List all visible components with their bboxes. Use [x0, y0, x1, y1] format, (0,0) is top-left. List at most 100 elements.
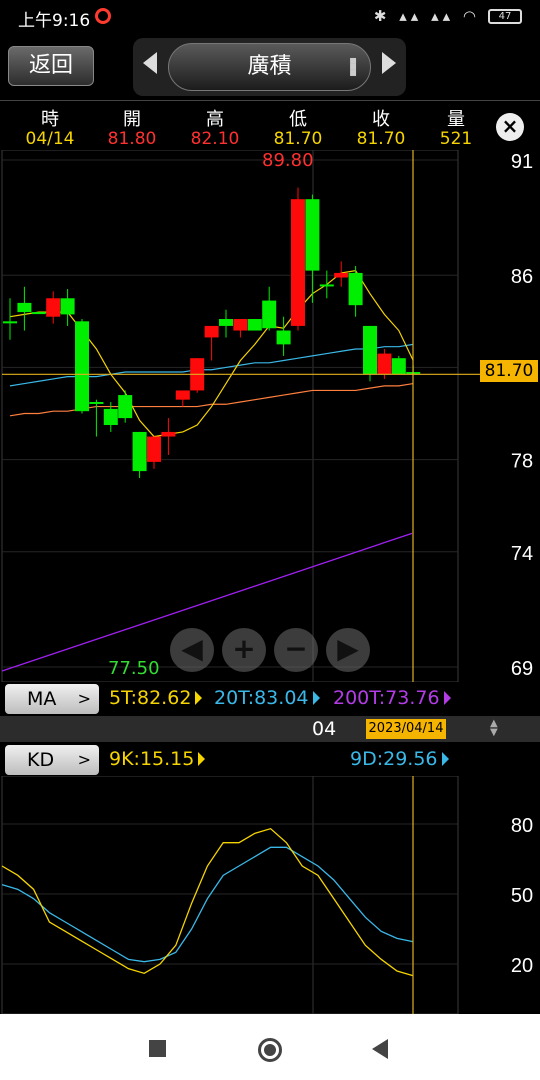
k-line: [1, 827, 413, 977]
scroll-right-button[interactable]: ▶: [326, 628, 370, 672]
menu-dots-icon[interactable]: ▪ ▪ ▪: [349, 54, 357, 78]
ma20-label: 20T:83.04: [214, 687, 309, 709]
quote-value-open: 81.80: [107, 129, 157, 149]
candle-body: [204, 325, 219, 338]
candle-body: [161, 431, 176, 437]
candle-body: [391, 358, 406, 375]
status-time: 上午9:16: [18, 11, 91, 31]
quote-label-close: 收: [372, 109, 390, 130]
candle-body: [262, 300, 277, 329]
candle-body: [276, 330, 291, 345]
signal-icons: ✱ ▴▴ ▴▴ ◠: [373, 7, 480, 25]
d-value: 9D:29.56: [350, 748, 449, 770]
quote-header: 時 開 高 低 收 量 04/14 81.80 82.10 81.70 81.7…: [0, 100, 540, 150]
y-tick-label: 69: [511, 658, 533, 680]
triangle-icon: [441, 752, 449, 766]
chevron-right-icon: >: [77, 689, 91, 708]
quote-label-low: 低: [289, 109, 307, 130]
recent-apps-icon[interactable]: [149, 1040, 166, 1057]
plot-frame: [1, 776, 459, 1014]
sort-arrows-icon[interactable]: ▲ ▼: [490, 719, 498, 738]
candle-body: [147, 436, 161, 462]
ma200-label: 200T:73.76: [333, 687, 440, 709]
candle-body: [334, 272, 349, 278]
candle-body: [17, 302, 32, 313]
back-icon[interactable]: [372, 1039, 388, 1059]
quote-value-volume: 521: [439, 129, 473, 149]
candle-body: [247, 319, 262, 331]
quote-label-volume: 量: [447, 109, 465, 130]
triangle-icon: [195, 691, 203, 705]
scroll-left-button[interactable]: ◀: [170, 628, 214, 672]
y-tick-label: 86: [511, 266, 533, 288]
ma5-label: 5T:82.62: [109, 687, 192, 709]
kd-tag-label: KD: [27, 749, 55, 771]
home-icon[interactable]: [258, 1038, 282, 1062]
zoom-out-button[interactable]: −: [274, 628, 318, 672]
selected-date-tag: 2023/04/14: [366, 719, 446, 739]
candle-body: [305, 199, 320, 271]
min-price-label: 77.50: [108, 658, 160, 679]
ma-tag-label: MA: [27, 688, 57, 710]
candle-body: [132, 431, 147, 472]
prev-stock-icon[interactable]: [143, 52, 157, 74]
close-icon[interactable]: ×: [496, 113, 524, 141]
kd-indicator-button[interactable]: KD >: [5, 745, 99, 775]
chevron-right-icon: ▶: [337, 632, 359, 665]
plus-icon: +: [232, 632, 256, 665]
candle-body: [103, 408, 118, 426]
y-tick-label: 74: [511, 543, 533, 565]
candle-body: [219, 319, 233, 326]
kd-chart[interactable]: 80 50 20: [0, 776, 540, 1014]
status-bar: 上午9:16 ✱ ▴▴ ▴▴ ◠ 47: [0, 0, 540, 34]
quote-value-high: 82.10: [190, 129, 240, 149]
toolbar: 返回 廣積 ▪ ▪ ▪: [0, 34, 540, 98]
y-tick-label: 50: [511, 885, 533, 907]
candle-body: [233, 319, 248, 331]
candle-body: [3, 321, 17, 324]
minus-icon: −: [284, 632, 308, 665]
k-value: 9K:15.15: [109, 748, 206, 770]
quote-label-time: 時: [41, 109, 59, 130]
stock-selector: 廣積 ▪ ▪ ▪: [133, 38, 406, 96]
zoom-in-button[interactable]: +: [222, 628, 266, 672]
triangle-icon: [198, 752, 206, 766]
ma200-line: [9, 382, 414, 417]
candle-body: [175, 390, 190, 400]
candle-body: [291, 199, 305, 326]
candle-body: [118, 395, 133, 419]
ma200-value: 200T:73.76: [333, 687, 451, 709]
candle-body: [46, 298, 61, 317]
candle-body: [348, 272, 363, 306]
y-tick-label: 20: [511, 955, 533, 977]
candle-body: [60, 298, 75, 315]
d-label: 9D:29.56: [350, 748, 438, 770]
quote-label-open: 開: [123, 109, 141, 130]
candle-body: [363, 325, 377, 375]
back-button[interactable]: 返回: [8, 46, 94, 86]
max-price-label: 89.80: [262, 150, 314, 171]
triangle-icon: [312, 691, 320, 705]
ma-indicator-button[interactable]: MA >: [5, 684, 99, 714]
ma20-value: 20T:83.04: [214, 687, 320, 709]
stock-name[interactable]: 廣積: [168, 43, 371, 91]
system-nav-bar: [0, 1014, 540, 1080]
y-tick-label: 91: [511, 151, 533, 173]
chevron-left-icon: ◀: [181, 632, 203, 665]
kd-legend-row: KD > 9K:15.15 9D:29.56: [0, 744, 540, 776]
quote-value-low: 81.70: [273, 129, 323, 149]
ma5-value: 5T:82.62: [109, 687, 203, 709]
record-icon: [95, 8, 111, 24]
y-tick-label: 78: [511, 451, 533, 473]
ma-legend-row: MA > 5T:82.62 20T:83.04 200T:73.76: [0, 683, 540, 715]
next-stock-icon[interactable]: [382, 52, 396, 74]
k-label: 9K:15.15: [109, 748, 195, 770]
y-tick-label: 80: [511, 815, 533, 837]
plot-frame: [1, 150, 459, 682]
candle-body: [75, 321, 89, 412]
candle-body: [377, 353, 392, 375]
chart-nav-buttons: ◀ + − ▶: [170, 628, 370, 674]
candlestick-chart[interactable]: 918682787469: [0, 150, 540, 682]
battery-icon: 47: [488, 9, 522, 24]
quote-value-time: 04/14: [25, 129, 75, 149]
